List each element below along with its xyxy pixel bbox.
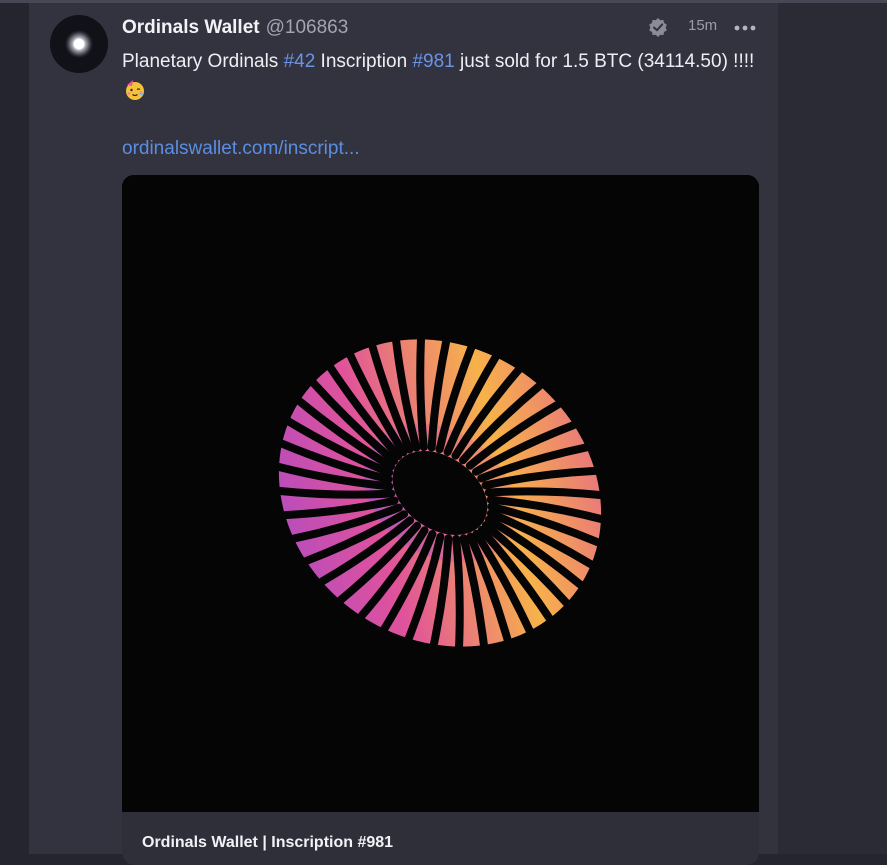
more-options-icon[interactable] (734, 25, 756, 31)
link-preview-card[interactable]: Ordinals Wallet | Inscription #981 (122, 175, 759, 865)
post-text-segment: just sold for 1.5 BTC (34114.50) !!!! (454, 51, 755, 72)
post-text-segment: Inscription (315, 51, 413, 72)
hashtag-link[interactable]: #42 (284, 51, 316, 72)
post-body-text: Planetary Ordinals #42 Inscription #981 … (122, 47, 772, 77)
avatar-logo-icon (65, 30, 93, 58)
partying-face-emoji-icon (126, 80, 144, 100)
hashtag-link[interactable]: #981 (412, 51, 454, 72)
author-handle[interactable]: @106863 (266, 17, 349, 39)
striped-torus-artwork (122, 175, 759, 812)
post-timestamp[interactable]: 15m (688, 17, 717, 34)
left-gutter (0, 3, 29, 854)
post-text-segment: Planetary Ordinals (122, 51, 284, 72)
right-sidebar (778, 3, 887, 854)
card-title: Ordinals Wallet | Inscription #981 (142, 834, 394, 851)
author-name[interactable]: Ordinals Wallet (122, 17, 260, 39)
avatar[interactable] (50, 15, 108, 73)
card-footer: Ordinals Wallet | Inscription #981 (122, 812, 759, 865)
verified-badge-icon (649, 18, 667, 37)
post-header: Ordinals Wallet @106863 (122, 14, 348, 42)
inscription-link[interactable]: ordinalswallet.com/inscript... (122, 138, 360, 160)
